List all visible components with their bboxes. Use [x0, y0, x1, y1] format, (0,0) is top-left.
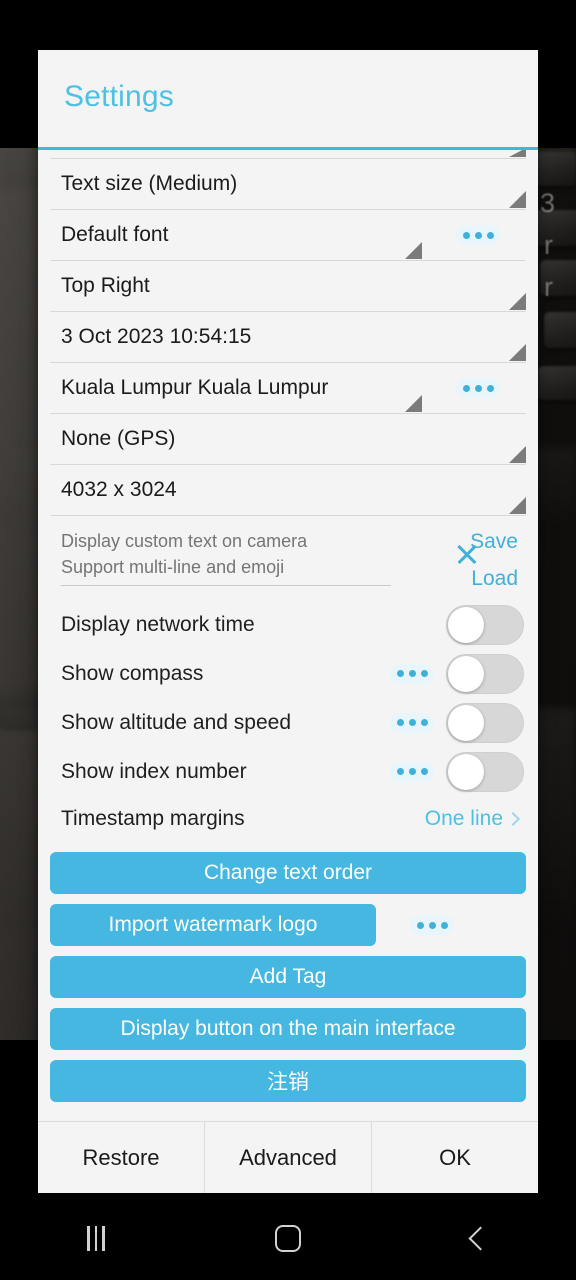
spinner-value: Top Right	[61, 274, 150, 297]
toggle-row-show-compass[interactable]: Show compass	[50, 649, 526, 698]
spinner-row-location[interactable]: Kuala Lumpur Kuala Lumpur	[50, 363, 526, 414]
spinner-value: 3 Oct 2023 10:54:15	[61, 325, 252, 348]
overflow-menu-icon[interactable]	[390, 663, 434, 684]
toggle-row-show-altitude-speed[interactable]: Show altitude and speed	[50, 698, 526, 747]
recents-icon	[87, 1225, 105, 1251]
custom-text-section: Save Load	[50, 516, 526, 600]
spinner-triangle-icon	[509, 497, 526, 514]
page-title: Settings	[64, 80, 174, 113]
toggle-switch[interactable]	[446, 653, 524, 694]
dialog-footer: Restore Advanced OK	[38, 1121, 538, 1193]
overflow-menu-icon[interactable]	[456, 225, 500, 245]
spinner-value: None (GPS)	[61, 427, 176, 450]
background-watermark-fragment: 3	[540, 188, 556, 218]
overflow-menu-icon[interactable]	[456, 378, 500, 398]
advanced-button[interactable]: Advanced	[204, 1122, 371, 1193]
toggle-label: Display network time	[61, 612, 255, 636]
toggle-row-show-index-number[interactable]: Show index number	[50, 747, 526, 796]
toggle-row-display-network-time[interactable]: Display network time	[50, 600, 526, 649]
phone-screen: 3 r r Settings Text size (Medium) Defaul…	[0, 0, 576, 1280]
toggle-switch[interactable]	[446, 751, 524, 792]
settings-scroll-body[interactable]: Text size (Medium) Default font Top Righ…	[38, 150, 538, 1121]
save-button[interactable]: Save	[470, 530, 518, 554]
logout-button[interactable]: 注销	[50, 1060, 526, 1102]
spinner-triangle-icon	[405, 242, 422, 259]
toggle-label: Show index number	[61, 759, 247, 783]
dialog-header: Settings	[38, 50, 538, 147]
toggle-label: Show altitude and speed	[61, 710, 292, 734]
timestamp-margins-value: One line	[424, 807, 503, 830]
button-wrap-add-tag: Add Tag	[50, 956, 526, 998]
overflow-menu-icon[interactable]	[410, 915, 454, 935]
spinner-row-position[interactable]: Top Right	[50, 261, 526, 312]
settings-dialog: Settings Text size (Medium) Default font…	[38, 50, 538, 1193]
change-text-order-button[interactable]: Change text order	[50, 852, 526, 894]
android-nav-bar	[0, 1196, 576, 1280]
spinner-row-datetime[interactable]: 3 Oct 2023 10:54:15	[50, 312, 526, 363]
timestamp-margins-row[interactable]: Timestamp margins One line	[50, 796, 526, 842]
spinner-row-font[interactable]: Default font	[50, 210, 526, 261]
overflow-menu-icon[interactable]	[390, 761, 434, 782]
button-wrap-change-text-order: Change text order	[50, 852, 526, 894]
spinner-triangle-icon	[405, 395, 422, 412]
spinner-row-coordinates[interactable]: None (GPS)	[50, 414, 526, 465]
import-watermark-logo-button[interactable]: Import watermark logo	[50, 904, 376, 946]
spinner-triangle-icon	[509, 293, 526, 310]
back-button[interactable]	[384, 1225, 576, 1251]
spinner-value: 4032 x 3024	[61, 478, 177, 501]
chevron-right-icon	[505, 811, 521, 826]
custom-text-input[interactable]	[61, 528, 391, 586]
spinner-row-resolution[interactable]: 4032 x 3024	[50, 465, 526, 516]
spinner-value: Default font	[61, 223, 169, 246]
timestamp-margins-label: Timestamp margins	[61, 807, 245, 830]
timestamp-margins-value-group[interactable]: One line	[424, 807, 521, 831]
restore-button[interactable]: Restore	[38, 1122, 204, 1193]
button-wrap-display-button-main-interface: Display button on the main interface	[50, 1008, 526, 1050]
overflow-menu-icon[interactable]	[390, 712, 434, 733]
load-button[interactable]: Load	[471, 567, 518, 591]
display-button-main-interface-button[interactable]: Display button on the main interface	[50, 1008, 526, 1050]
background-watermark-fragment: r	[544, 272, 553, 302]
spinner-row-partial[interactable]	[50, 150, 526, 159]
spinner-triangle-icon	[509, 446, 526, 463]
toggle-switch[interactable]	[446, 702, 524, 743]
back-icon	[467, 1225, 493, 1251]
home-button[interactable]	[192, 1224, 384, 1252]
recents-button[interactable]	[0, 1225, 192, 1251]
spinner-triangle-icon	[509, 150, 526, 157]
button-wrap-import-watermark-logo: Import watermark logo	[50, 904, 526, 946]
spinner-triangle-icon	[509, 344, 526, 361]
home-icon	[275, 1224, 301, 1252]
toggle-switch[interactable]	[446, 604, 524, 645]
spinner-triangle-icon	[509, 191, 526, 208]
background-watermark-fragment: r	[544, 230, 553, 260]
toggle-label: Show compass	[61, 661, 204, 685]
add-tag-button[interactable]: Add Tag	[50, 956, 526, 998]
spinner-row-text-size[interactable]: Text size (Medium)	[50, 159, 526, 210]
spinner-value: Text size (Medium)	[61, 172, 238, 195]
button-wrap-logout: 注销	[50, 1060, 526, 1102]
ok-button[interactable]: OK	[371, 1122, 538, 1193]
spinner-value: Kuala Lumpur Kuala Lumpur	[61, 376, 329, 399]
